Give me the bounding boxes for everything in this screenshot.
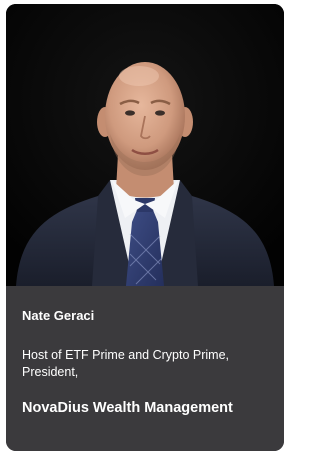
speaker-name: Nate Geraci bbox=[22, 308, 95, 323]
speaker-role: Host of ETF Prime and Crypto Prime, Pres… bbox=[22, 348, 230, 379]
speaker-info: Nate Geraci Host of ETF Prime and Crypto… bbox=[6, 286, 284, 451]
portrait-illustration bbox=[6, 4, 284, 286]
speaker-card: Nate Geraci Host of ETF Prime and Crypto… bbox=[6, 4, 284, 451]
speaker-photo bbox=[6, 4, 284, 286]
speaker-company: NovaDius Wealth Management bbox=[22, 400, 233, 416]
